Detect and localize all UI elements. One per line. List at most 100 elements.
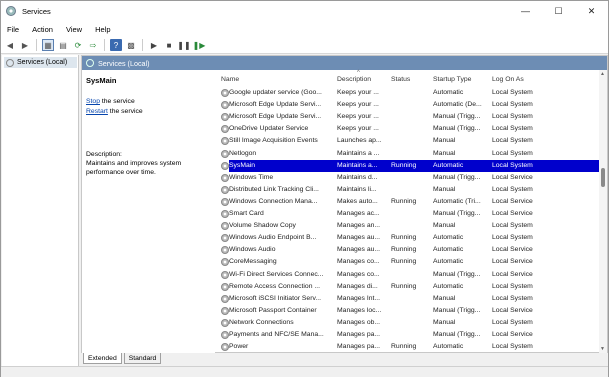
- cell-logon: Local System: [492, 149, 533, 157]
- table-row[interactable]: Netlogon Maintains a ... Manual Local Syste…: [219, 148, 599, 160]
- results-pane: Services (Local) SysMain Stop the servic…: [81, 55, 608, 353]
- table-row[interactable]: Network Connections Manages ob... Manual Lo…: [219, 317, 599, 329]
- back-arrow-icon[interactable]: ◀: [4, 39, 16, 51]
- menu-help[interactable]: Help: [95, 25, 110, 34]
- table-row[interactable]: Microsoft Edge Update Servi... Keeps your…: [219, 111, 599, 123]
- table-row[interactable]: Windows Connection Mana... Makes auto... R…: [219, 196, 599, 208]
- cell-name: Microsoft Edge Update Servi...: [229, 113, 322, 121]
- cell-description: Maintains a...: [337, 161, 378, 169]
- table-row[interactable]: Wi-Fi Direct Services Connec... Manages c…: [219, 269, 599, 281]
- menu-action[interactable]: Action: [32, 25, 53, 34]
- stop-service-link[interactable]: Stop: [86, 98, 100, 105]
- cell-startup: Automatic: [433, 282, 464, 290]
- table-row[interactable]: Microsoft iSCSI Initiator Serv... Manages…: [219, 293, 599, 305]
- tree-item-label: Services (Local): [17, 59, 68, 66]
- scroll-up-icon[interactable]: ▲: [600, 71, 605, 77]
- cell-description: Launches ap...: [337, 137, 382, 145]
- table-row[interactable]: Windows Audio Endpoint B... Manages au...…: [219, 232, 599, 244]
- restart-service-link[interactable]: Restart: [86, 108, 108, 115]
- table-row[interactable]: Windows Time Maintains d... Manual (Trigg.…: [219, 172, 599, 184]
- cell-status: Running: [391, 197, 417, 205]
- cell-description: Manages co...: [337, 258, 380, 266]
- cell-name: CoreMessaging: [229, 258, 277, 266]
- cell-description: Manages ac...: [337, 210, 380, 217]
- scrollbar-thumb[interactable]: [601, 168, 605, 187]
- cell-description: Manages co...: [337, 270, 380, 278]
- cell-description: Manages ob...: [337, 318, 381, 326]
- console-icon[interactable]: ▩: [125, 39, 137, 51]
- menu-view[interactable]: View: [66, 25, 82, 34]
- cell-logon: Local Service: [492, 197, 533, 205]
- tree-item-services-local[interactable]: Services (Local): [4, 57, 77, 68]
- forward-arrow-icon[interactable]: ▶: [19, 39, 31, 51]
- cell-description: Manages di...: [337, 282, 378, 290]
- cell-logon: Local System: [492, 282, 533, 290]
- cell-status: Running: [391, 343, 417, 351]
- column-log-on-as[interactable]: Log On As: [492, 76, 524, 83]
- table-row[interactable]: Microsoft Edge Update Servi... Keeps your…: [219, 99, 599, 111]
- cell-name: Microsoft Edge Update Servi...: [229, 101, 322, 109]
- cell-logon: Local System: [492, 101, 533, 109]
- tab-extended[interactable]: Extended: [83, 353, 122, 364]
- restart-service-icon[interactable]: ❚▶: [193, 39, 206, 51]
- gear-icon: [221, 125, 229, 134]
- tab-standard[interactable]: Standard: [123, 353, 162, 364]
- cell-logon: Local System: [492, 318, 533, 326]
- gear-icon: [221, 246, 229, 255]
- refresh-icon[interactable]: ⟳: [72, 39, 84, 51]
- stop-service-icon[interactable]: ■: [163, 39, 175, 51]
- column-description[interactable]: Description: [337, 76, 371, 83]
- table-row[interactable]: Smart Card Manages ac... Manual (Trigg... L…: [219, 208, 599, 220]
- table-row[interactable]: Payments and NFC/SE Mana... Manages pa...…: [219, 329, 599, 341]
- table-row[interactable]: Power Manages pa... Running Automatic Local …: [219, 341, 599, 353]
- cell-name: OneDrive Updater Service: [229, 125, 309, 133]
- selected-service-name: SysMain: [86, 76, 117, 85]
- table-row[interactable]: Distributed Link Tracking Cli... Maintain…: [219, 184, 599, 196]
- toolbar-separator: [36, 39, 37, 51]
- table-row[interactable]: Microsoft Passport Container Manages loc.…: [219, 305, 599, 317]
- table-row[interactable]: Remote Access Connection ... Manages di..…: [219, 281, 599, 293]
- close-button[interactable]: ✕: [575, 1, 608, 21]
- maximize-button[interactable]: ☐: [542, 1, 575, 21]
- view-tabs: Extended Standard: [81, 353, 608, 365]
- properties-icon[interactable]: ▤: [57, 39, 69, 51]
- show-hide-console-tree-icon[interactable]: ▦: [42, 39, 54, 51]
- toolbar: ◀ ▶ ▦ ▤ ⟳ ⇨ ? ▩ ▶ ■ ❚❚ ❚▶: [1, 37, 608, 54]
- vertical-scrollbar[interactable]: ▲ ▼: [599, 70, 607, 353]
- gear-icon: [221, 137, 229, 146]
- minimize-button[interactable]: —: [509, 1, 542, 21]
- column-status[interactable]: Status: [391, 76, 410, 83]
- menu-file[interactable]: File: [7, 25, 19, 34]
- cell-name: Windows Time: [229, 173, 274, 181]
- cell-startup: Automatic: [433, 246, 464, 254]
- title-bar: Services — ☐ ✕: [1, 1, 608, 21]
- cell-description: Manages an...: [337, 222, 381, 230]
- table-row[interactable]: Windows Audio Manages au... Running Automat…: [219, 244, 599, 256]
- table-row[interactable]: OneDrive Updater Service Keeps your ... Ma…: [219, 123, 599, 135]
- scroll-down-icon[interactable]: ▼: [600, 346, 605, 352]
- export-list-icon[interactable]: ⇨: [87, 39, 99, 51]
- column-name[interactable]: Name: [221, 76, 239, 83]
- cell-description: Manages pa...: [337, 331, 381, 338]
- gear-icon: [221, 282, 229, 291]
- column-startup-type[interactable]: Startup Type: [433, 76, 471, 83]
- cell-name: Wi-Fi Direct Services Connec...: [229, 270, 324, 278]
- cell-logon: Local System: [492, 113, 533, 121]
- menu-bar: File Action View Help: [1, 21, 608, 37]
- services-icon: [6, 58, 14, 67]
- pause-service-icon[interactable]: ❚❚: [177, 39, 190, 51]
- table-row[interactable]: Google updater service (Goo... Keeps your…: [219, 87, 599, 99]
- cell-description: Manages loc...: [337, 306, 382, 314]
- start-service-icon[interactable]: ▶: [148, 39, 160, 51]
- cell-logon: Local System: [492, 294, 533, 302]
- table-row[interactable]: Still Image Acquisition Events Launches a…: [219, 135, 599, 147]
- gear-icon: [221, 294, 229, 303]
- cell-name: Still Image Acquisition Events: [229, 137, 318, 145]
- help-icon[interactable]: ?: [110, 39, 122, 51]
- cell-description: Keeps your ...: [337, 89, 379, 96]
- table-row[interactable]: Volume Shadow Copy Manages an... Manual Loc…: [219, 220, 599, 232]
- cell-startup: Manual (Trigg...: [433, 113, 481, 121]
- table-row[interactable]: SysMain Maintains a... Running Automatic Loc…: [221, 159, 601, 172]
- gear-icon: [221, 222, 229, 231]
- table-row[interactable]: CoreMessaging Manages co... Running Automat…: [219, 256, 599, 268]
